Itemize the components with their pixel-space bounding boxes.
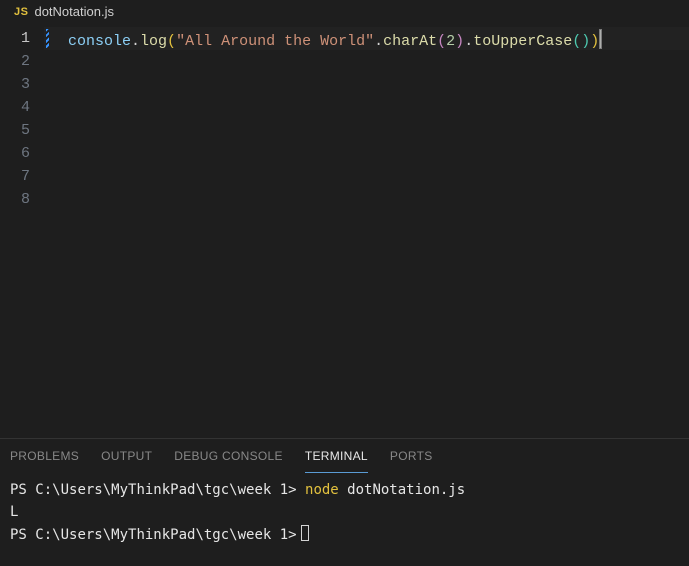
- line-number: 5: [0, 119, 44, 142]
- modified-gutter-mark: [46, 29, 49, 48]
- line-number-gutter: 1 2 3 4 5 6 7 8: [0, 23, 44, 438]
- code-line[interactable]: [44, 165, 689, 188]
- token-dot: .: [464, 33, 473, 50]
- tab-problems[interactable]: PROBLEMS: [10, 439, 79, 473]
- terminal-arg: dotNotation.js: [339, 482, 465, 498]
- line-number: 2: [0, 50, 44, 73]
- code-line[interactable]: [44, 142, 689, 165]
- terminal-path: C:\Users\MyThinkPad\tgc\week 1>: [35, 482, 305, 498]
- tab-ports[interactable]: PORTS: [390, 439, 433, 473]
- code-line[interactable]: [44, 73, 689, 96]
- code-line[interactable]: [44, 119, 689, 142]
- token-paren-open: (: [572, 33, 581, 50]
- code-line[interactable]: [44, 50, 689, 73]
- token-paren-open: (: [167, 33, 176, 50]
- token-method: log: [140, 33, 167, 50]
- editor-cursor: [600, 30, 601, 48]
- js-file-icon: JS: [14, 6, 28, 18]
- editor-tab-dotnotation[interactable]: JS dotNotation.js: [6, 0, 122, 23]
- token-paren-close: ): [581, 33, 590, 50]
- bottom-panel: PROBLEMS OUTPUT DEBUG CONSOLE TERMINAL P…: [0, 438, 689, 566]
- token-dot: .: [131, 33, 140, 50]
- panel-tab-bar: PROBLEMS OUTPUT DEBUG CONSOLE TERMINAL P…: [0, 439, 689, 473]
- terminal-line: L: [10, 501, 679, 523]
- token-number: 2: [446, 33, 455, 50]
- terminal-ps: PS: [10, 482, 35, 498]
- token-paren-close: ): [455, 33, 464, 50]
- tab-debug-console[interactable]: DEBUG CONSOLE: [174, 439, 283, 473]
- code-line[interactable]: [44, 96, 689, 119]
- line-number: 1: [0, 27, 44, 50]
- token-dot: .: [374, 33, 383, 50]
- line-number: 6: [0, 142, 44, 165]
- token-paren-open: (: [437, 33, 446, 50]
- terminal-line: PS C:\Users\MyThinkPad\tgc\week 1> node …: [10, 479, 679, 501]
- terminal-body[interactable]: PS C:\Users\MyThinkPad\tgc\week 1> node …: [0, 473, 689, 566]
- line-number: 4: [0, 96, 44, 119]
- token-object: console: [68, 33, 131, 50]
- tab-terminal[interactable]: TERMINAL: [305, 439, 368, 473]
- code-area[interactable]: console.log("All Around the World".charA…: [44, 23, 689, 438]
- editor-tab-bar: JS dotNotation.js: [0, 0, 689, 23]
- terminal-cursor: [301, 525, 309, 541]
- code-line-1[interactable]: console.log("All Around the World".charA…: [44, 27, 689, 50]
- token-string: "All Around the World": [176, 33, 374, 50]
- line-number: 3: [0, 73, 44, 96]
- line-number: 7: [0, 165, 44, 188]
- terminal-command: node: [305, 482, 339, 498]
- terminal-path: C:\Users\MyThinkPad\tgc\week 1>: [35, 527, 296, 543]
- token-method: charAt: [383, 33, 437, 50]
- code-line[interactable]: [44, 188, 689, 211]
- tab-filename: dotNotation.js: [34, 4, 114, 19]
- tab-output[interactable]: OUTPUT: [101, 439, 152, 473]
- terminal-ps: PS: [10, 527, 35, 543]
- terminal-line: PS C:\Users\MyThinkPad\tgc\week 1>: [10, 523, 679, 546]
- token-method: toUpperCase: [473, 33, 572, 50]
- code-editor[interactable]: 1 2 3 4 5 6 7 8 console.log("All Around …: [0, 23, 689, 438]
- line-number: 8: [0, 188, 44, 211]
- token-paren-close: ): [590, 33, 599, 50]
